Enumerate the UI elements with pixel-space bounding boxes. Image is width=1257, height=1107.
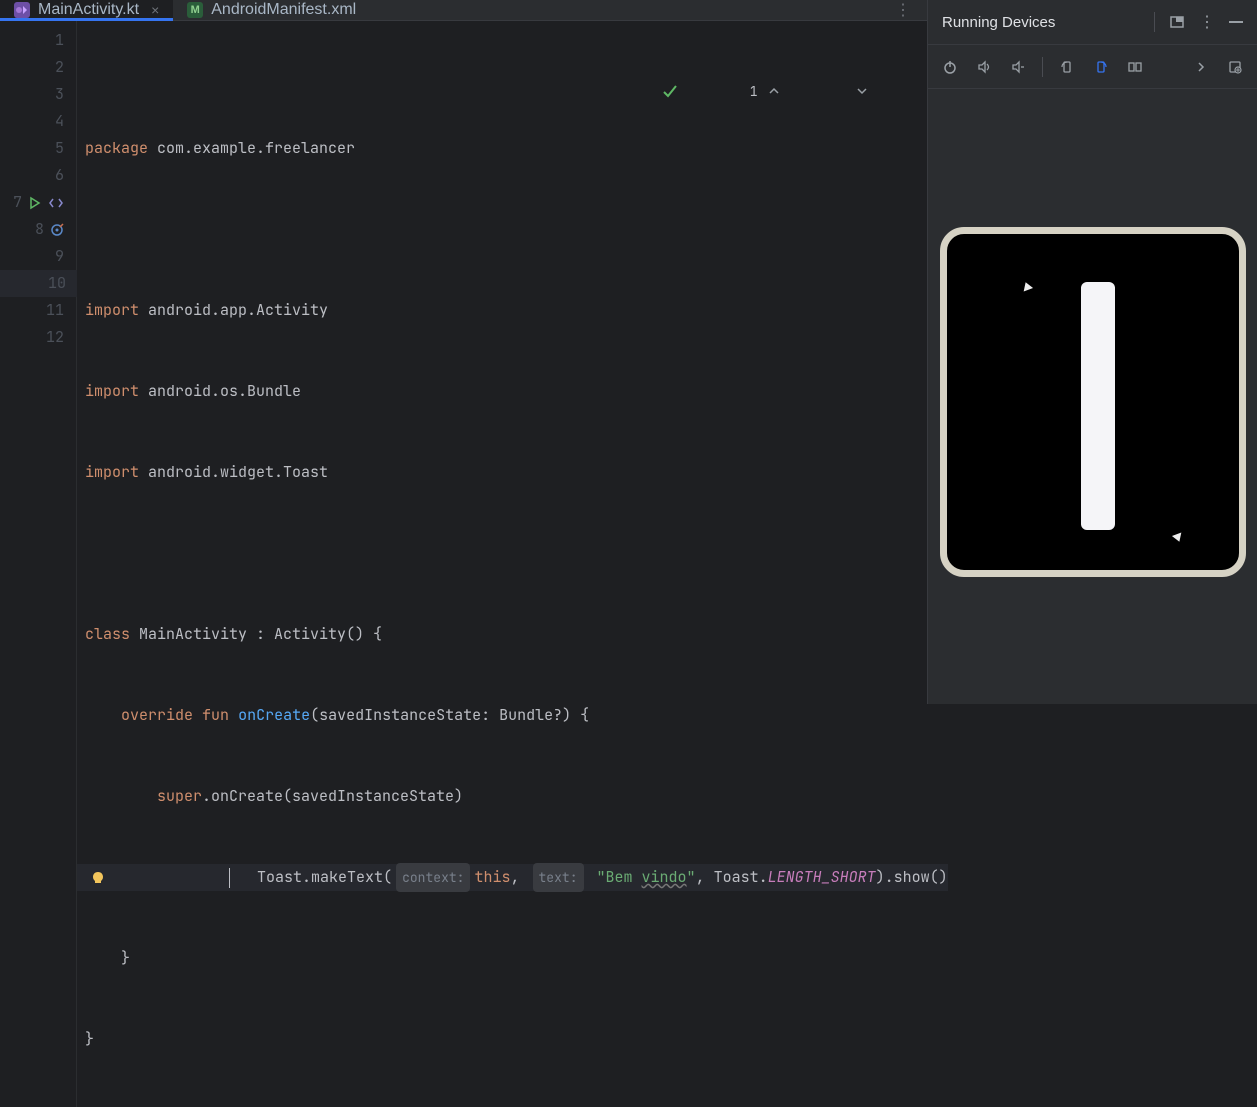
kotlin-file-icon — [14, 2, 30, 18]
code-token: android.app.Activity — [139, 297, 328, 324]
code-token: LENGTH_SHORT — [768, 864, 876, 891]
param-hint: context: — [396, 863, 470, 892]
code-token: MainActivity : Activity() { — [130, 621, 382, 648]
manifest-file-icon: M — [187, 2, 203, 18]
tab-label: MainActivity.kt — [38, 1, 139, 19]
code-token: onCreate — [238, 702, 310, 729]
code-token: import — [85, 459, 139, 486]
code-indent — [230, 864, 257, 891]
code-token: super — [157, 783, 202, 810]
check-icon — [662, 29, 740, 153]
window-mode-icon[interactable] — [1169, 14, 1185, 30]
devices-header: Running Devices ⋮ — [928, 0, 1257, 45]
code-token: this — [474, 864, 510, 891]
editor-area: MainActivity.kt × M AndroidManifest.xml … — [0, 0, 928, 704]
device-viewport[interactable] — [928, 89, 1257, 704]
code-token: .onCreate(savedInstanceState) — [202, 783, 463, 810]
minimize-icon[interactable] — [1229, 21, 1243, 23]
code-token: (savedInstanceState: Bundle?) { — [310, 702, 589, 729]
cursor-icon — [1020, 280, 1032, 291]
gutter: 1 2 3 4 5 6 7 8 9 — [0, 21, 77, 1107]
panel-title: Running Devices — [942, 14, 1140, 31]
device-settings-icon[interactable] — [1225, 57, 1245, 77]
line-number: 4 — [42, 108, 64, 135]
code-indent — [85, 702, 121, 729]
emulator-frame[interactable] — [940, 227, 1246, 577]
volume-up-icon[interactable] — [974, 57, 994, 77]
code-token: fun — [202, 702, 229, 729]
intention-bulb-icon[interactable] — [91, 817, 181, 939]
code-token: } — [85, 1026, 94, 1053]
run-gutter-icon[interactable] — [28, 196, 42, 210]
line-number: 10 — [44, 270, 66, 297]
code-token: com.example.freelancer — [148, 135, 355, 162]
line-number: 1 — [42, 27, 64, 54]
tab-manifest[interactable]: M AndroidManifest.xml × — [173, 0, 390, 20]
code-token: , Toast. — [696, 864, 768, 891]
line-number: 3 — [42, 81, 64, 108]
editor-tabs: MainActivity.kt × M AndroidManifest.xml … — [0, 0, 927, 21]
override-gutter-icon[interactable] — [50, 223, 64, 237]
tab-mainactivity[interactable]: MainActivity.kt × — [0, 0, 173, 20]
line-number: 11 — [42, 297, 64, 324]
fold-posture-icon[interactable] — [1125, 57, 1145, 77]
code-token: package — [85, 135, 148, 162]
device-toolbar — [928, 45, 1257, 89]
expand-toolbar-icon[interactable] — [1191, 57, 1211, 77]
line-number: 2 — [42, 54, 64, 81]
code-token: "Bem vindo" — [588, 864, 696, 891]
line-number: 12 — [42, 324, 64, 351]
code-token: import — [85, 297, 139, 324]
cursor-icon — [1171, 532, 1183, 543]
code-token: override — [121, 702, 193, 729]
code-token: , — [510, 864, 528, 891]
next-highlight-icon[interactable] — [856, 31, 934, 151]
code-token: android.os.Bundle — [139, 378, 301, 405]
volume-down-icon[interactable] — [1008, 57, 1028, 77]
line-number: 6 — [42, 162, 64, 189]
code-token: ).show() — [876, 864, 948, 891]
code-tag-icon[interactable] — [48, 196, 64, 210]
code-token: import — [85, 378, 139, 405]
tab-label: AndroidManifest.xml — [211, 1, 356, 19]
separator — [1042, 57, 1043, 77]
param-hint: text: — [533, 863, 584, 892]
inspection-widget[interactable]: 1 — [662, 29, 934, 153]
code-token: Toast.makeText( — [257, 864, 392, 891]
prev-highlight-icon[interactable] — [768, 31, 846, 151]
editor-body: 1 2 3 4 5 6 7 8 9 — [0, 21, 927, 1107]
code-token: class — [85, 621, 130, 648]
code-token: android.widget.Toast — [139, 459, 328, 486]
separator — [1154, 12, 1155, 32]
line-number: 8 — [22, 216, 44, 243]
line-number: 7 — [0, 189, 22, 216]
code-view[interactable]: 1 package com.example.freelancer import … — [77, 21, 948, 1107]
code-indent — [175, 864, 229, 891]
code-indent — [85, 783, 157, 810]
rotate-right-icon[interactable] — [1091, 57, 1111, 77]
more-icon[interactable]: ⋮ — [1199, 12, 1215, 32]
code-token: } — [85, 945, 130, 972]
rotate-left-icon[interactable] — [1057, 57, 1077, 77]
running-devices-panel: Running Devices ⋮ — [928, 0, 1257, 704]
close-icon[interactable]: × — [151, 2, 159, 18]
tabs-more-icon[interactable]: ⋮ — [881, 0, 927, 20]
emulator-popup — [1081, 282, 1115, 530]
inspection-count: 1 — [750, 78, 758, 105]
line-number: 5 — [42, 135, 64, 162]
line-number: 9 — [42, 243, 64, 270]
